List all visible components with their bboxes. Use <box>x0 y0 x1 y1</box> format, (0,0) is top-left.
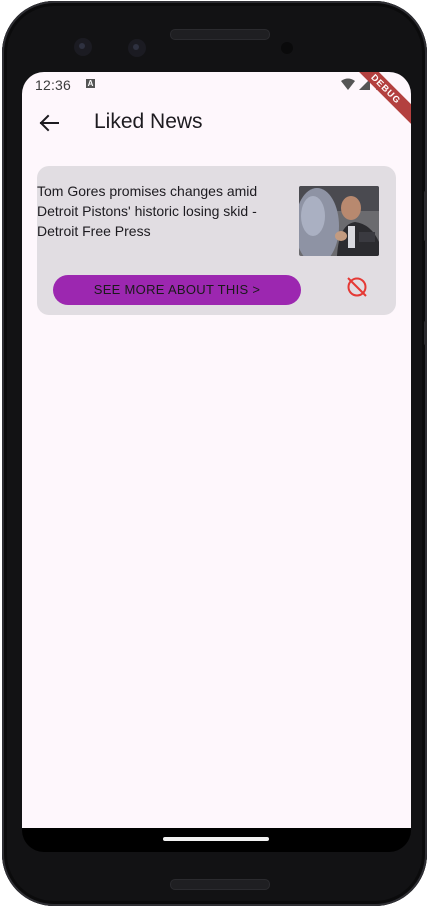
notification-icon: A <box>86 79 95 88</box>
app-screen: 12:36 A DEBUG Liked News Tom Gores promi… <box>22 72 411 828</box>
front-camera-secondary <box>128 39 146 57</box>
cancel-circle-icon <box>347 277 367 297</box>
app-bar: Liked News <box>22 96 411 150</box>
arrow-left-icon <box>39 114 59 132</box>
bottom-speaker <box>170 879 270 890</box>
news-thumbnail <box>299 186 379 256</box>
earpiece-speaker <box>170 29 270 40</box>
status-time: 12:36 <box>35 77 72 93</box>
front-camera <box>74 38 92 56</box>
page-title: Liked News <box>94 110 203 133</box>
unlike-button[interactable] <box>343 273 371 301</box>
status-bar: 12:36 A DEBUG <box>22 72 411 126</box>
news-title: Tom Gores promises changes amid Detroit … <box>37 183 258 239</box>
proximity-sensor <box>281 42 293 54</box>
power-button <box>424 321 427 345</box>
wifi-icon <box>341 78 355 90</box>
volume-button <box>424 191 427 241</box>
home-indicator[interactable] <box>163 837 269 841</box>
news-card: Tom Gores promises changes amid Detroit … <box>37 166 396 315</box>
back-button[interactable] <box>34 108 64 138</box>
navigation-bar <box>22 828 411 852</box>
see-more-button[interactable]: SEE MORE ABOUT THIS > <box>53 275 301 305</box>
